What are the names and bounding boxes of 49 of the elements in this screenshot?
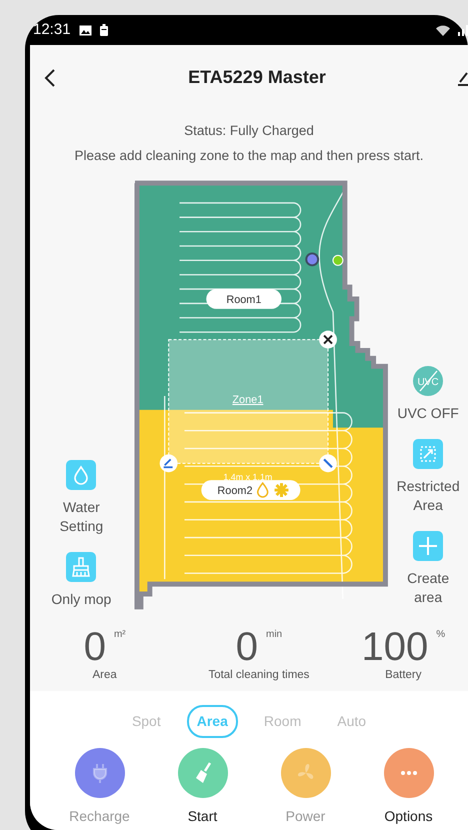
close-icon[interactable] xyxy=(318,330,337,348)
image-icon xyxy=(78,24,92,36)
room-label[interactable]: Room1 xyxy=(206,289,282,309)
water-drop-icon xyxy=(256,482,268,498)
options-button[interactable] xyxy=(384,748,434,798)
tool-label: Water Setting xyxy=(58,498,104,536)
stat-unit: min xyxy=(266,628,282,642)
stat-value: 100 xyxy=(361,627,428,667)
tool-label: UVC OFF xyxy=(396,404,460,423)
status-time: 12:31 xyxy=(33,20,71,40)
action-label: Power xyxy=(286,807,326,826)
stat-label: Area xyxy=(92,668,117,683)
back-icon[interactable] xyxy=(44,68,56,88)
zone-size: 1.4m x 1.1m xyxy=(223,472,272,482)
water-setting-button[interactable] xyxy=(66,460,96,490)
battery-icon xyxy=(100,24,108,36)
mode-tab[interactable]: Area xyxy=(186,705,238,738)
mode-tab[interactable]: Room xyxy=(254,705,312,738)
page-title: ETA5229 Master xyxy=(187,66,327,89)
fan-icon xyxy=(272,482,290,498)
signal-icon xyxy=(458,24,468,36)
stat-label: Total cleaning times xyxy=(208,668,310,683)
edit-handle-icon[interactable] xyxy=(160,454,178,472)
create-area-button[interactable] xyxy=(413,531,444,561)
stat-value: 0 xyxy=(236,627,258,667)
resize-handle-icon[interactable] xyxy=(318,454,337,472)
wifi-icon xyxy=(436,24,450,36)
status-text: Status: Fully Charged xyxy=(183,122,315,140)
zone-label: Zone1 xyxy=(232,394,264,406)
action-label: Recharge xyxy=(69,807,130,826)
more-icon xyxy=(400,770,416,775)
action-label: Options xyxy=(384,807,433,826)
stat-label: Battery xyxy=(385,668,422,683)
stat-value: 0 xyxy=(84,627,106,667)
stat-unit: % xyxy=(436,628,446,642)
tool-label: Create area xyxy=(406,569,450,607)
dock-icon xyxy=(332,254,344,266)
tool-label: Restricted Area xyxy=(396,477,461,515)
tool-label: Only mop xyxy=(50,590,112,609)
edit-icon[interactable] xyxy=(458,70,468,86)
instruction-text: Please add cleaning zone to the map and then press start. xyxy=(74,147,424,165)
only-mop-button[interactable] xyxy=(66,552,96,582)
action-label: Start xyxy=(188,807,218,826)
start-button[interactable] xyxy=(178,748,228,798)
mode-tab[interactable]: Auto xyxy=(327,705,376,738)
restricted-area-button[interactable] xyxy=(413,439,444,469)
mode-tab[interactable]: Spot xyxy=(122,705,171,738)
robot-icon xyxy=(305,252,319,266)
stat-unit: m² xyxy=(114,628,126,642)
